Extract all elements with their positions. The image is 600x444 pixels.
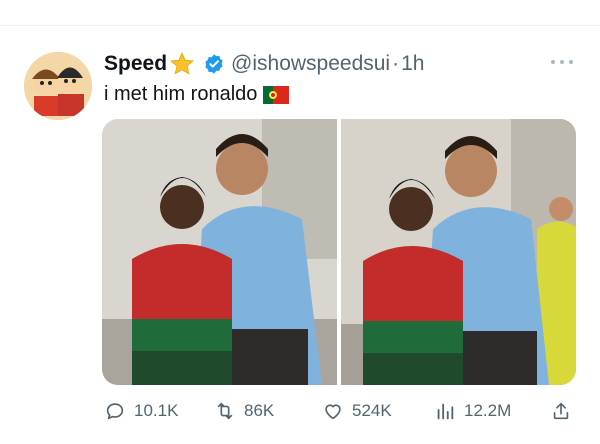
photo-1[interactable] (102, 119, 337, 385)
tweet-text: i met him ronaldo (104, 83, 290, 106)
portugal-flag-icon (263, 85, 290, 104)
retweet-arrows-icon (217, 402, 233, 420)
separator-dot: · (392, 52, 400, 75)
views-count: 12.2M (464, 401, 512, 420)
verified-badge-icon[interactable] (203, 53, 225, 75)
top-divider (0, 0, 600, 26)
reply-count: 10.1K (134, 401, 179, 420)
views-button[interactable]: 12.2M (434, 399, 511, 423)
display-name[interactable]: Speed (104, 52, 167, 76)
tweet-header: Speed @ishowspeedsui · 1h (104, 51, 424, 77)
star-icon (169, 51, 195, 77)
more-options-icon[interactable] (551, 57, 573, 67)
speech-bubble-icon (106, 403, 124, 420)
photo-2[interactable] (341, 119, 576, 385)
share-upload-icon (553, 402, 569, 420)
action-bar: 10.1K 86K 524K 12.2M (104, 399, 576, 423)
bar-chart-icon (437, 403, 454, 420)
retweet-count: 86K (244, 401, 275, 420)
tweet-card[interactable]: Speed @ishowspeedsui · 1h i met him rona… (0, 27, 600, 444)
user-handle[interactable]: @ishowspeedsui (231, 52, 390, 76)
media-grid[interactable] (102, 119, 576, 385)
avatar-image (24, 52, 92, 120)
reply-button[interactable]: 10.1K (104, 399, 178, 423)
share-button[interactable] (550, 399, 572, 423)
like-count: 524K (352, 401, 392, 420)
avatar[interactable] (24, 52, 92, 120)
tweet-text-body: i met him ronaldo (104, 83, 258, 105)
timestamp[interactable]: 1h (401, 52, 424, 76)
like-button[interactable]: 524K (322, 399, 392, 423)
retweet-button[interactable]: 86K (214, 399, 274, 423)
heart-icon (325, 404, 341, 420)
